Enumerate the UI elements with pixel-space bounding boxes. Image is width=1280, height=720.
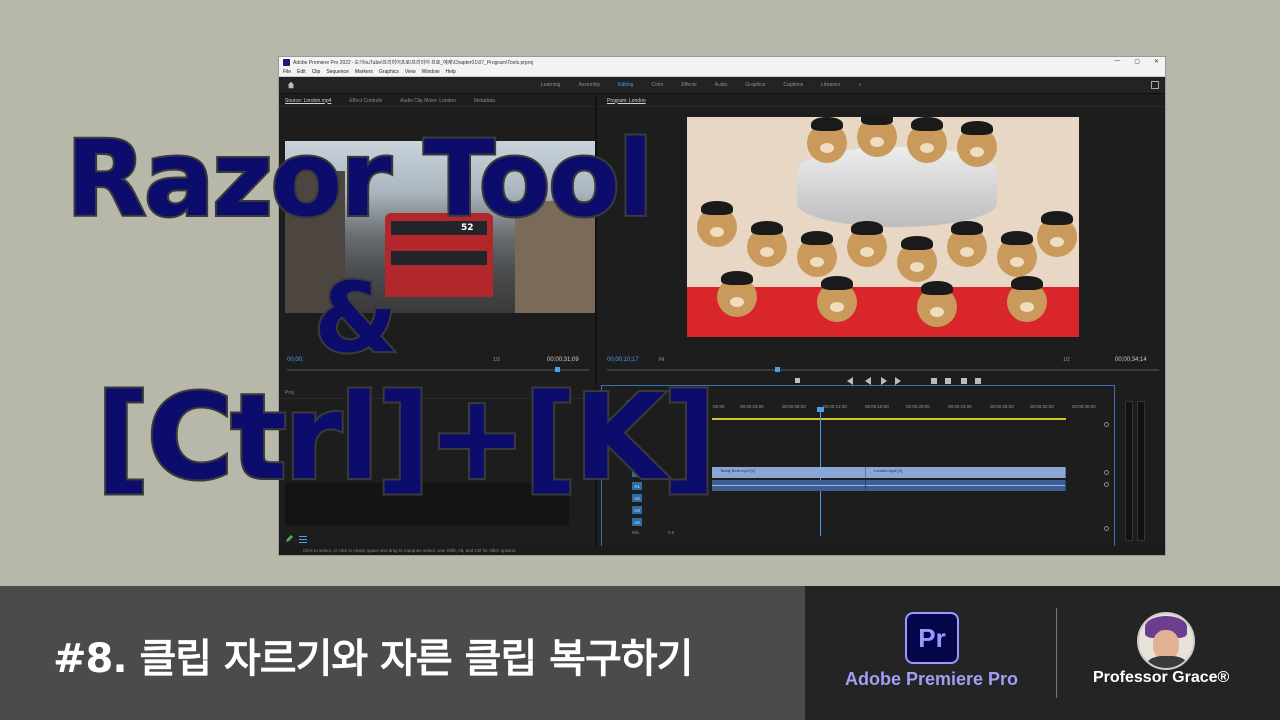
clip-label: Teddy Bear.mp4 [V] <box>720 468 755 473</box>
overlay-title-razor-tool: Razor Tool <box>64 116 655 242</box>
menu-file[interactable]: File <box>283 69 291 75</box>
menu-bar: File Edit Clip Sequence Markers Graphics… <box>279 68 1165 77</box>
menu-view[interactable]: View <box>405 69 416 75</box>
ruler-label: 00;00;28;00 <box>990 404 1014 409</box>
track-name: A4 <box>632 518 642 526</box>
clip-london-audio[interactable] <box>866 480 1066 491</box>
banner-right <box>805 586 1280 720</box>
timeline-scroll-handle[interactable] <box>1104 470 1109 475</box>
program-zoom[interactable]: 1/2 <box>1063 357 1070 363</box>
clip-teddy-bear-video[interactable]: Teddy Bear.mp4 [V] <box>712 467 866 478</box>
audio-meter <box>1117 385 1165 547</box>
workspace-more[interactable]: » <box>858 82 861 88</box>
author-label: Professor Grace® <box>1093 669 1230 686</box>
ruler-label: 00;00;20;00 <box>906 404 930 409</box>
timeline-ruler[interactable]: :00;00 00;00;04;00 00;00;08;00 00;00;12;… <box>712 402 1112 414</box>
home-icon[interactable] <box>287 81 295 89</box>
ruler-label: :00;00 <box>712 404 725 409</box>
program-fit[interactable]: Fit <box>659 357 665 363</box>
status-bar: Click to select, or click in empty space… <box>279 546 1165 555</box>
ruler-label: 00;00;04;00 <box>740 404 764 409</box>
timeline-scroll-handle[interactable] <box>1104 526 1109 531</box>
clip-label: London.mp4 [V] <box>874 468 903 473</box>
premiere-app-icon <box>283 59 290 66</box>
maximize-button[interactable]: ▢ <box>1134 58 1140 65</box>
tab-source[interactable]: Source: London.mp4 <box>285 98 331 104</box>
menu-markers[interactable]: Markers <box>355 69 373 75</box>
banner-divider <box>1056 608 1057 698</box>
window-title: Adobe Premiere Pro 2022 - E:\YouTube\프리미… <box>293 60 534 66</box>
menu-sequence[interactable]: Sequence <box>326 69 349 75</box>
episode-title: #8. 클립 자르기와 자른 클립 복구하기 <box>53 636 693 682</box>
mix-label: Mix <box>632 530 639 535</box>
bottom-banner: #8. 클립 자르기와 자른 클립 복구하기 <box>0 586 1280 720</box>
program-transport-controls[interactable] <box>795 377 995 385</box>
minimize-button[interactable]: — <box>1114 58 1120 65</box>
program-duration: 00;00;34;14 <box>1115 357 1147 363</box>
workspace-learning[interactable]: Learning <box>541 82 560 88</box>
app-name-label: Adobe Premiere Pro <box>845 669 1019 689</box>
menu-edit[interactable]: Edit <box>297 69 306 75</box>
workspace-color[interactable]: Color <box>651 82 663 88</box>
overlay-title-shortcut: [Ctrl]+[K] <box>94 366 719 508</box>
tab-effect-controls[interactable]: Effect Controls <box>349 98 382 104</box>
ruler-label: 00;00;32;00 <box>1030 404 1054 409</box>
ruler-label: 00;00;12;00 <box>823 404 847 409</box>
program-video-frame <box>687 117 1079 337</box>
workspace-editing[interactable]: Editing <box>618 82 633 88</box>
ruler-label: 00;00;16;00 <box>865 404 889 409</box>
workspace-bar: Learning Assembly Editing Color Effects … <box>279 77 1165 94</box>
banner-left: #8. 클립 자르기와 자른 클립 복구하기 <box>0 586 805 720</box>
avatar <box>1137 612 1195 670</box>
audio-meter-right <box>1137 401 1145 541</box>
workspace-assembly[interactable]: Assembly <box>578 82 600 88</box>
list-view-icon[interactable] <box>299 535 307 543</box>
audio-meter-left <box>1125 401 1133 541</box>
workspace-libraries[interactable]: Libraries <box>821 82 840 88</box>
tab-program[interactable]: Program: London <box>607 98 646 104</box>
tab-audio-clip-mixer[interactable]: Audio Clip Mixer: London <box>400 98 456 104</box>
premiere-logo-icon: Pr <box>905 612 959 664</box>
program-monitor: Program: London 00;00;10;17 Fit 1/2 00;0… <box>599 95 1165 385</box>
ruler-label: 00;00;08;00 <box>782 404 806 409</box>
program-playhead[interactable] <box>775 367 780 372</box>
ruler-label: 00;00;24;00 <box>948 404 972 409</box>
menu-window[interactable]: Window <box>422 69 440 75</box>
menu-clip[interactable]: Clip <box>312 69 321 75</box>
workspace-graphics[interactable]: Graphics <box>745 82 765 88</box>
timeline-scroll-handle[interactable] <box>1104 422 1109 427</box>
track-header-a4[interactable]: A4 <box>602 516 710 528</box>
share-icon[interactable] <box>1151 81 1159 89</box>
clip-london-video[interactable]: London.mp4 [V] <box>866 467 1066 478</box>
source-duration: 00;00;31;09 <box>547 357 579 363</box>
title-bar: Adobe Premiere Pro 2022 - E:\YouTube\프리미… <box>279 57 1165 68</box>
menu-help[interactable]: Help <box>445 69 455 75</box>
ruler-label: 00;00;36;00 <box>1072 404 1096 409</box>
close-button[interactable]: ✕ <box>1154 58 1159 65</box>
menu-graphics[interactable]: Graphics <box>379 69 399 75</box>
workspace-audio[interactable]: Audio <box>715 82 728 88</box>
tab-metadata[interactable]: Metadata <box>474 98 495 104</box>
pencil-icon[interactable] <box>285 535 293 543</box>
clip-teddy-bear-audio[interactable] <box>712 480 866 491</box>
timeline-scroll-handle[interactable] <box>1104 482 1109 487</box>
work-area-bar[interactable] <box>712 418 1066 420</box>
program-timecode[interactable]: 00;00;10;17 <box>607 357 639 363</box>
workspace-captions[interactable]: Captions <box>783 82 803 88</box>
overlay-title-ampersand: & <box>312 260 400 376</box>
mix-value[interactable]: 0.0 <box>668 530 674 535</box>
workspace-effects[interactable]: Effects <box>681 82 696 88</box>
track-name: A3 <box>632 506 642 514</box>
source-timecode[interactable]: 00;00; <box>287 357 304 363</box>
source-zoom[interactable]: 1/2 <box>493 357 500 363</box>
